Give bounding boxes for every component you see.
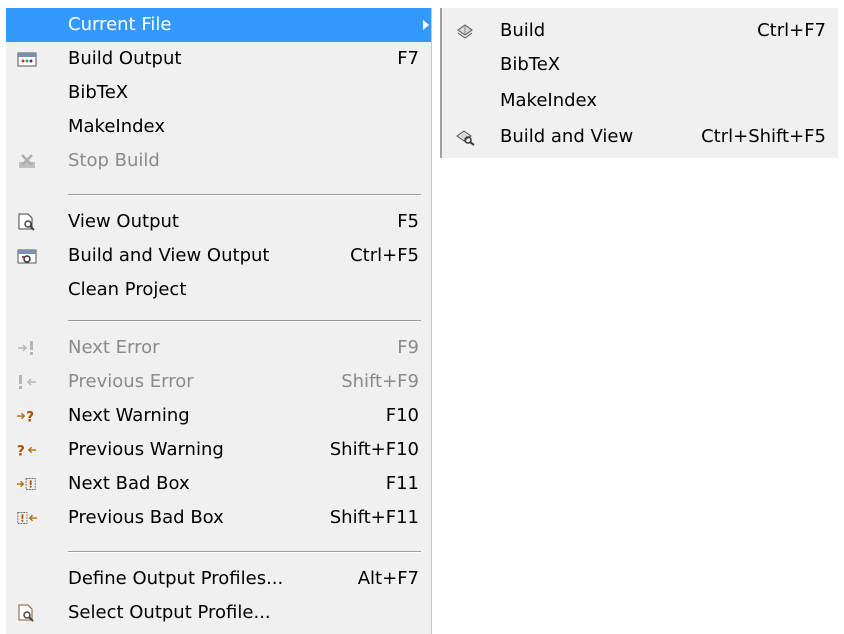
next-error-icon — [16, 337, 38, 359]
build-view-output-icon — [16, 245, 38, 267]
submenu-item-build-and-view[interactable]: Build and View Ctrl+Shift+F5 — [442, 120, 838, 154]
menu-item-label: BibTeX — [500, 54, 561, 75]
menu-item-label: Previous Warning — [68, 439, 224, 460]
build-output-icon — [16, 48, 38, 70]
menu-item-build-and-view-output[interactable]: Build and View Output Ctrl+F5 — [6, 239, 431, 273]
menu-item-build-output[interactable]: Build Output F7 — [6, 42, 431, 76]
menu-item-define-output-profiles[interactable]: Define Output Profiles... Alt+F7 — [6, 562, 431, 596]
previous-bad-box-icon — [16, 507, 38, 529]
menu-item-label: Next Error — [68, 337, 160, 358]
menu-item-shortcut: F9 — [397, 337, 419, 358]
previous-warning-icon: ? — [16, 439, 38, 461]
menu-item-shortcut: F11 — [385, 473, 419, 494]
svg-text:?: ? — [26, 410, 34, 426]
next-bad-box-icon — [16, 473, 38, 495]
menu-item-label: Stop Build — [68, 150, 160, 171]
menu-item-makeindex[interactable]: MakeIndex — [6, 110, 431, 144]
menu-item-label: Build and View — [500, 126, 634, 147]
next-warning-icon: ? — [16, 405, 38, 427]
menu-item-shortcut: Ctrl+Shift+F5 — [701, 126, 826, 147]
build-icon — [454, 20, 476, 42]
view-output-icon — [16, 211, 38, 233]
menu-item-shortcut: Shift+F9 — [341, 371, 419, 392]
menu-item-previous-warning[interactable]: ? Previous Warning Shift+F10 — [6, 433, 431, 467]
menu-item-label: Build — [500, 20, 546, 41]
menu-item-shortcut: F5 — [397, 211, 419, 232]
menu-item-bibtex[interactable]: BibTeX — [6, 76, 431, 110]
select-output-profile-icon — [16, 602, 38, 624]
menu-separator — [68, 194, 421, 196]
menu-item-label: MakeIndex — [68, 116, 165, 137]
menu-item-label: Next Warning — [68, 405, 190, 426]
menu-item-select-output-profile[interactable]: Select Output Profile... — [6, 596, 431, 630]
svg-text:?: ? — [17, 444, 25, 460]
menu-item-label: Select Output Profile... — [68, 602, 271, 623]
submenu-arrow-icon — [423, 20, 429, 30]
menu-item-label: MakeIndex — [500, 90, 597, 111]
menu-item-view-output[interactable]: View Output F5 — [6, 205, 431, 239]
menu-item-label: Build Output — [68, 48, 182, 69]
menu-item-label: Define Output Profiles... — [68, 568, 284, 589]
menu-item-label: Clean Project — [68, 279, 187, 300]
menu-item-shortcut: Shift+F11 — [329, 507, 419, 528]
menu-item-shortcut: Shift+F10 — [329, 439, 419, 460]
submenu-item-build[interactable]: Build Ctrl+F7 — [442, 14, 838, 48]
menu-item-label: Previous Error — [68, 371, 194, 392]
menu-item-shortcut: Alt+F7 — [357, 568, 419, 589]
menu-separator — [68, 320, 421, 322]
menu-item-label: Next Bad Box — [68, 473, 190, 494]
menu-item-next-error: Next Error F9 — [6, 331, 431, 365]
stop-build-icon — [16, 150, 38, 172]
menu-item-label: Build and View Output — [68, 245, 270, 266]
menu-item-previous-bad-box[interactable]: Previous Bad Box Shift+F11 — [6, 501, 431, 535]
build-menu: Current File Build Output F7 BibTeX Make… — [6, 8, 432, 634]
current-file-submenu: Build Ctrl+F7 BibTeX MakeIndex Build and… — [440, 8, 838, 158]
menu-item-next-bad-box[interactable]: Next Bad Box F11 — [6, 467, 431, 501]
menu-item-shortcut: Ctrl+F7 — [757, 20, 826, 41]
menu-separator — [68, 551, 421, 553]
build-and-view-icon — [454, 126, 476, 148]
submenu-item-bibtex[interactable]: BibTeX — [442, 48, 838, 82]
menu-item-label: Current File — [68, 14, 172, 35]
menu-item-label: View Output — [68, 211, 179, 232]
menu-item-shortcut: Ctrl+F5 — [350, 245, 419, 266]
menu-item-next-warning[interactable]: ? Next Warning F10 — [6, 399, 431, 433]
previous-error-icon — [16, 371, 38, 393]
menu-item-previous-error: Previous Error Shift+F9 — [6, 365, 431, 399]
menu-item-shortcut: F10 — [385, 405, 419, 426]
menu-item-stop-build: Stop Build — [6, 144, 431, 178]
menu-item-clean-project[interactable]: Clean Project — [6, 273, 431, 307]
submenu-item-makeindex[interactable]: MakeIndex — [442, 84, 838, 118]
menu-item-label: Previous Bad Box — [68, 507, 224, 528]
menu-item-current-file[interactable]: Current File — [6, 8, 431, 42]
menu-item-label: BibTeX — [68, 82, 129, 103]
menu-item-shortcut: F7 — [397, 48, 419, 69]
